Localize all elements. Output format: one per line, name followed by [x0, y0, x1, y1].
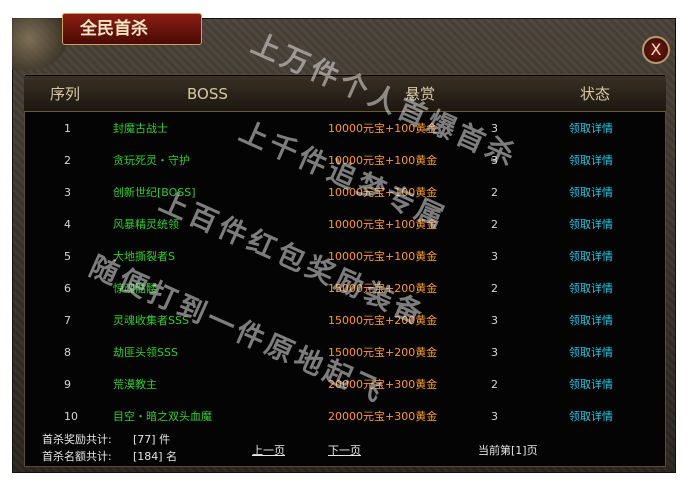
prev-page-link[interactable]: 上一页 [252, 444, 285, 458]
row-reward: 15000元宝+200黄金 [328, 282, 438, 295]
row-state: 3 [491, 314, 498, 327]
header-reward: 悬赏 [405, 85, 436, 103]
row-detail-link[interactable]: 领取详情 [569, 282, 613, 296]
next-page-link[interactable]: 下一页 [328, 444, 361, 458]
row-reward: 10000元宝+100黄金 [328, 250, 438, 263]
row-boss-name: 惊魂骷髅 [113, 282, 157, 295]
row-detail-link[interactable]: 领取详情 [569, 186, 613, 200]
row-detail-link[interactable]: 领取详情 [569, 410, 613, 424]
row-reward: 15000元宝+200黄金 [328, 346, 438, 359]
row-index: 6 [64, 282, 71, 295]
row-index: 4 [64, 218, 71, 231]
close-button[interactable]: X [642, 36, 670, 64]
quota-total-value: [184] 名 [133, 450, 178, 463]
row-index: 3 [64, 186, 71, 199]
row-boss-name: 封魔古战士 [113, 122, 168, 135]
row-reward: 20000元宝+300黄金 [328, 410, 438, 423]
row-boss-name: 风暴精灵统领 [113, 218, 179, 231]
row-state: 3 [491, 410, 498, 423]
reward-total-label: 首杀奖励共计: [42, 433, 112, 446]
row-boss-name: 荒漠教主 [113, 378, 157, 391]
row-detail-link[interactable]: 领取详情 [569, 250, 613, 264]
header-boss: BOSS [187, 85, 228, 103]
row-index: 1 [64, 122, 71, 135]
row-state: 3 [491, 250, 498, 263]
row-index: 5 [64, 250, 71, 263]
row-reward: 10000元宝+100黄金 [328, 186, 438, 199]
row-boss-name: 劫匪头领SSS [113, 346, 178, 359]
row-state: 2 [491, 378, 498, 391]
row-detail-link[interactable]: 领取详情 [569, 154, 613, 168]
row-detail-link[interactable]: 领取详情 [569, 314, 613, 328]
row-state: 3 [491, 346, 498, 359]
row-index: 8 [64, 346, 71, 359]
row-boss-name: 灵魂收集者SSS [113, 314, 189, 327]
reward-total-value: [77] 件 [133, 433, 171, 446]
row-detail-link[interactable]: 领取详情 [569, 346, 613, 360]
row-boss-name: 目空・暗之双头血魔 [113, 410, 212, 423]
row-reward: 20000元宝+300黄金 [328, 378, 438, 391]
header-state: 状态 [580, 85, 611, 103]
row-reward: 10000元宝+100黄金 [328, 154, 438, 167]
row-boss-name: 创新世纪[BOSS] [113, 186, 196, 199]
row-detail-link[interactable]: 领取详情 [569, 218, 613, 232]
window-title: 全民首杀 [80, 19, 148, 39]
row-reward: 10000元宝+100黄金 [328, 218, 438, 231]
row-index: 7 [64, 314, 71, 327]
row-boss-name: 大地撕裂者S [113, 250, 175, 263]
table-header [24, 76, 666, 112]
row-state: 2 [491, 282, 498, 295]
current-page-indicator: 当前第[1]页 [478, 444, 538, 457]
row-detail-link[interactable]: 领取详情 [569, 122, 613, 136]
header-index: 序列 [50, 85, 81, 103]
row-state: 2 [491, 186, 498, 199]
row-detail-link[interactable]: 领取详情 [569, 378, 613, 392]
row-reward: 15000元宝+200黄金 [328, 314, 438, 327]
row-state: 3 [491, 154, 498, 167]
row-index: 2 [64, 154, 71, 167]
quota-total-label: 首杀名额共计: [42, 450, 112, 463]
row-state: 2 [491, 218, 498, 231]
row-boss-name: 贪玩死灵・守护 [113, 154, 190, 167]
row-index: 10 [64, 410, 78, 423]
row-index: 9 [64, 378, 71, 391]
row-state: 3 [491, 122, 498, 135]
row-reward: 10000元宝+100黄金 [328, 122, 438, 135]
